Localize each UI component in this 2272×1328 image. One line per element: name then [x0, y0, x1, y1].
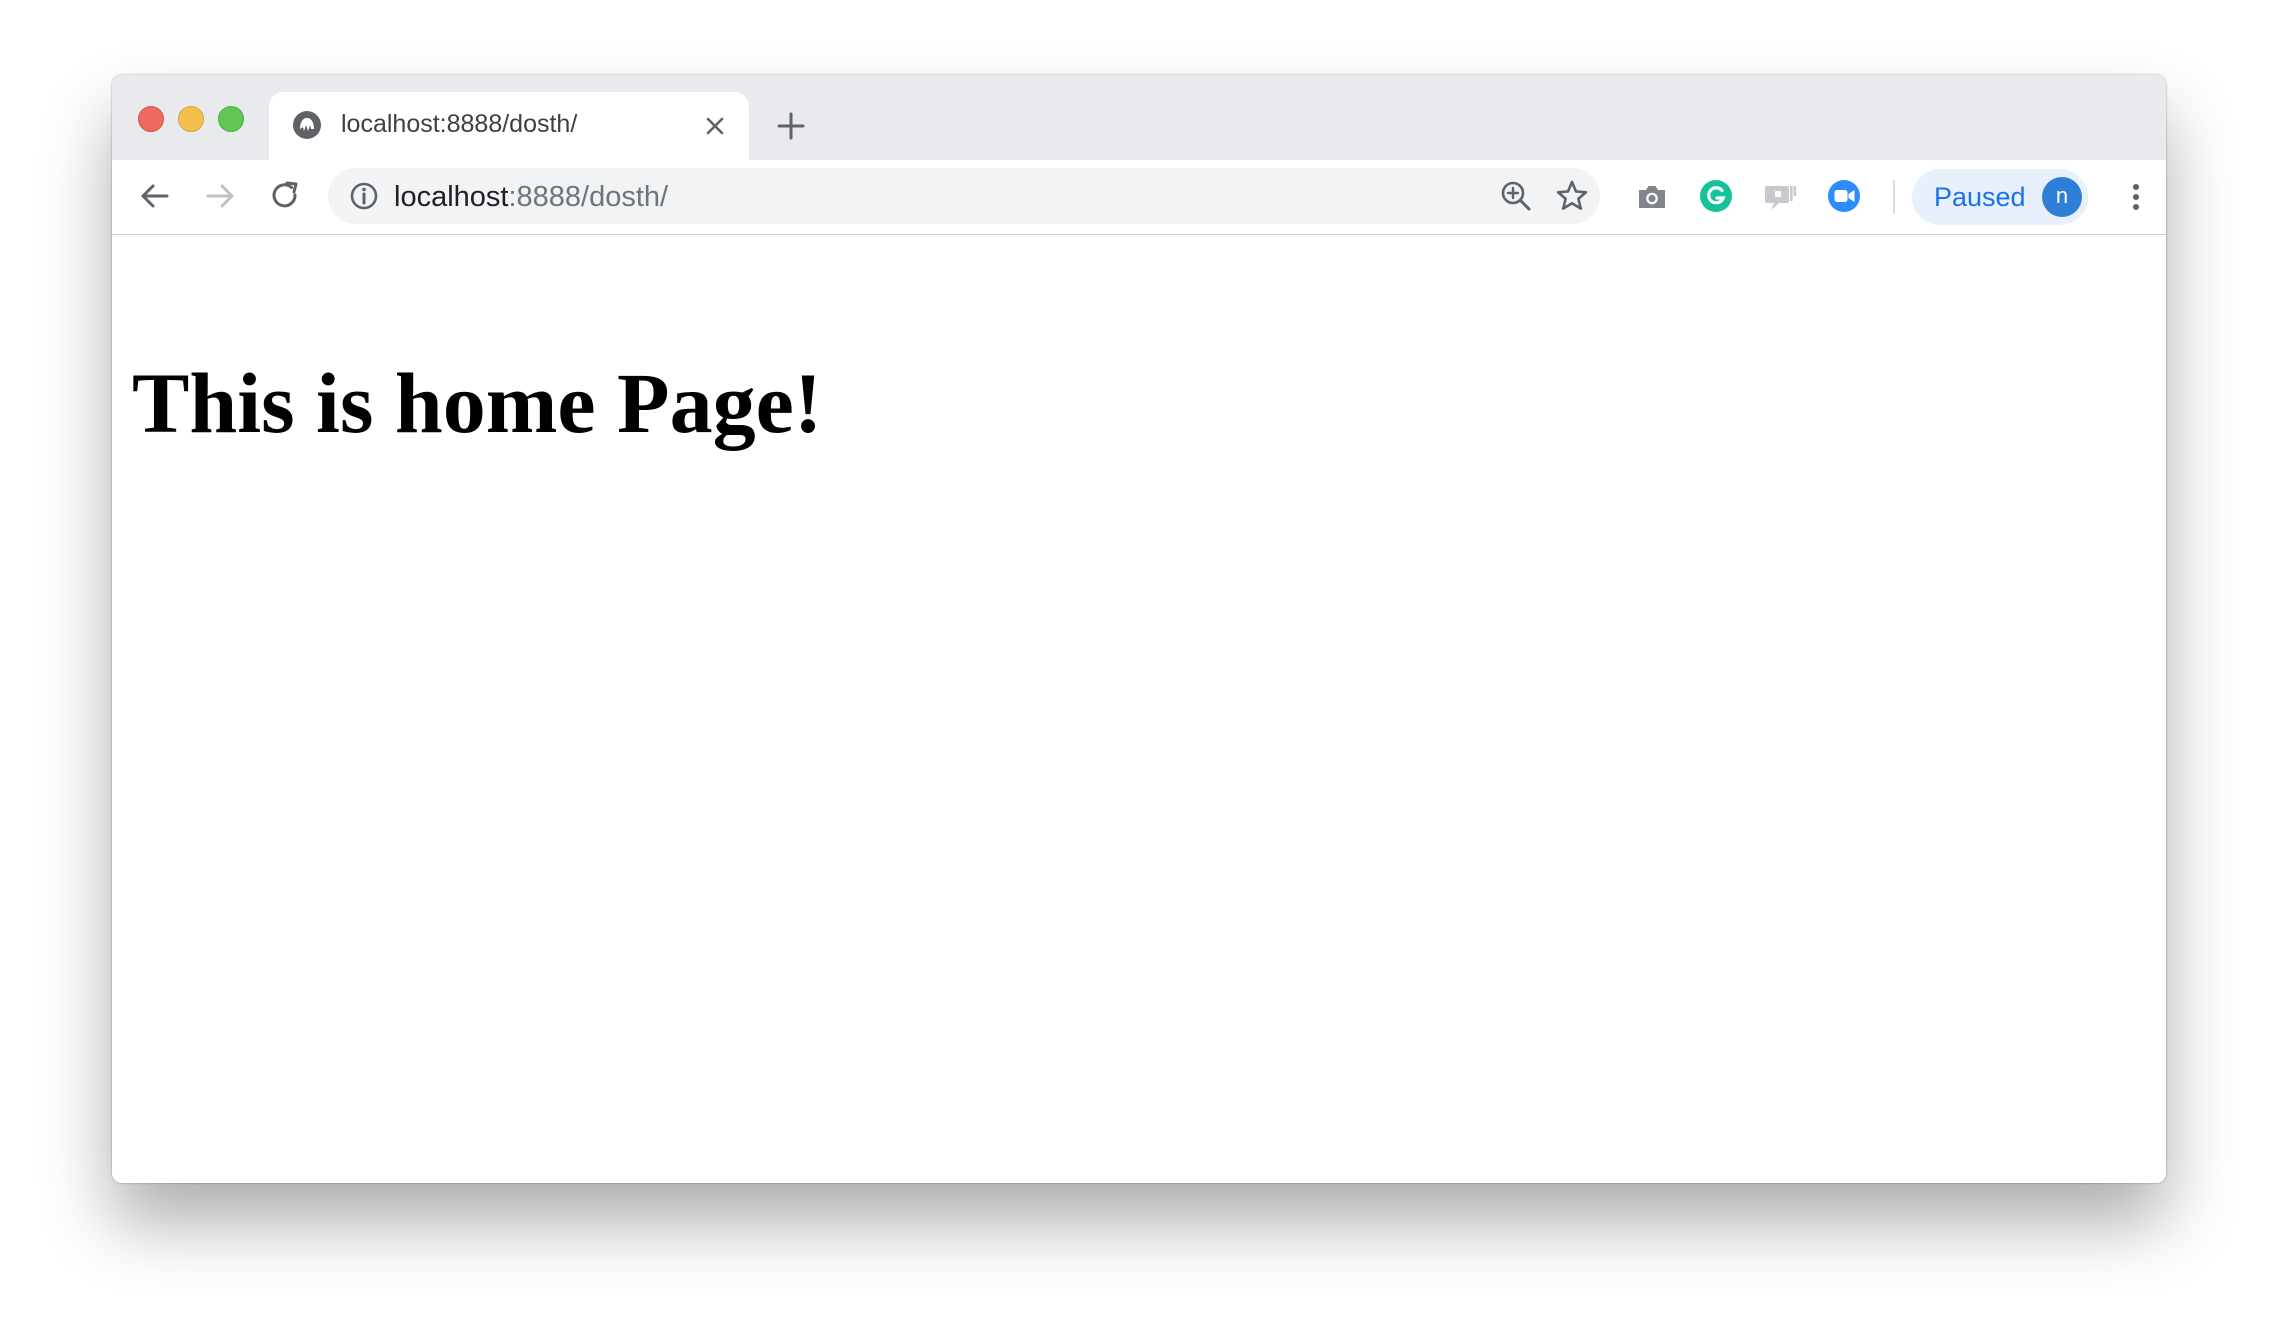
star-icon[interactable] — [1554, 178, 1590, 214]
zoom-in-icon[interactable] — [1498, 178, 1534, 214]
grammarly-icon[interactable] — [1698, 178, 1734, 214]
address-bar[interactable]: localhost:8888/dosth/ — [328, 168, 1600, 224]
url-text: localhost:8888/dosth/ — [394, 181, 668, 214]
forward-arrow-icon[interactable] — [202, 178, 238, 214]
close-window-button[interactable] — [138, 106, 164, 132]
maximize-window-button[interactable] — [218, 106, 244, 132]
info-icon[interactable] — [346, 178, 382, 214]
screenshot-stage: localhost:8888/dosth/ localhost:8888/dos… — [0, 0, 2272, 1328]
camera-icon[interactable] — [1634, 179, 1670, 215]
profile-button[interactable]: Paused n — [1912, 169, 2088, 225]
cast-icon[interactable] — [1762, 179, 1798, 215]
tab-active[interactable]: localhost:8888/dosth/ — [269, 92, 749, 160]
profile-status: Paused — [1934, 182, 2026, 212]
more-vert-icon[interactable] — [2118, 179, 2154, 215]
browser-window: localhost:8888/dosth/ localhost:8888/dos… — [112, 75, 2166, 1183]
close-tab-icon[interactable] — [701, 112, 729, 140]
toolbar-divider — [1893, 180, 1895, 214]
avatar: n — [2042, 177, 2082, 217]
url-host: localhost — [394, 181, 509, 213]
tab-strip: localhost:8888/dosth/ — [112, 75, 2166, 160]
video-camera-icon[interactable] — [1826, 178, 1862, 214]
page-content: This is home Page! — [112, 235, 2166, 1183]
new-tab-icon[interactable] — [776, 111, 806, 141]
reload-icon[interactable] — [267, 178, 303, 214]
tab-title: localhost:8888/dosth/ — [341, 110, 578, 138]
back-arrow-icon[interactable] — [137, 178, 173, 214]
globe-icon — [293, 111, 321, 139]
toolbar: localhost:8888/dosth/ Paused n — [112, 160, 2166, 235]
minimize-window-button[interactable] — [178, 106, 204, 132]
page-title: This is home Page! — [132, 355, 823, 451]
url-path: :8888/dosth/ — [508, 181, 669, 213]
